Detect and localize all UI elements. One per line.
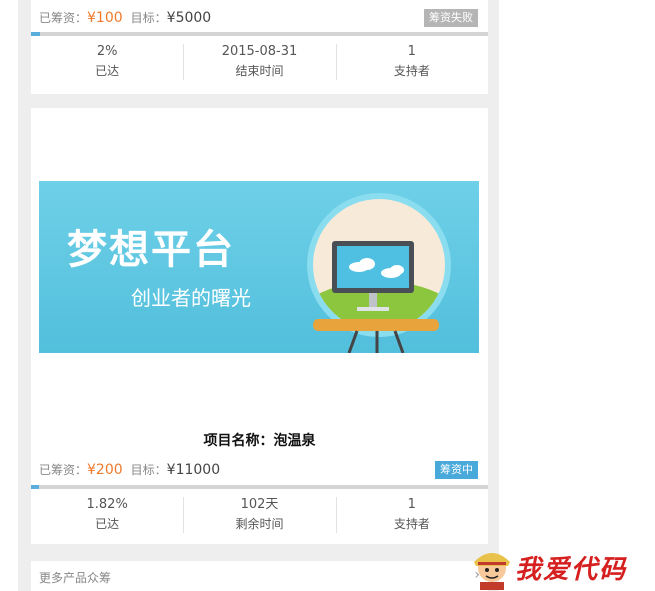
- stat-label: 结束时间: [235, 64, 284, 78]
- stat-value: 1: [407, 44, 416, 59]
- stat-label: 支持者: [393, 517, 430, 531]
- target-amount: ¥11000: [166, 462, 221, 478]
- stat-value: 1.82%: [86, 497, 128, 512]
- raised-amount: ¥100: [87, 10, 123, 26]
- stat-label: 已达: [95, 64, 120, 78]
- banner-subtitle: 创业者的曙光: [131, 286, 251, 310]
- stats-row: 1.82% 已达 102天 剩余时间 1 支持者: [31, 489, 488, 539]
- more-crowdfunding-link[interactable]: 更多产品众筹 ›: [31, 561, 488, 591]
- status-badge: 筹资中: [435, 461, 478, 479]
- stat-end-time: 2015-08-31 结束时间: [183, 36, 335, 86]
- status-badge: 筹资失败: [424, 9, 478, 27]
- stat-supporters: 1 支持者: [335, 36, 488, 86]
- stat-remaining-time: 102天 剩余时间: [183, 489, 335, 539]
- target-label: 目标：: [130, 463, 167, 477]
- stat-value: 2015-08-31: [221, 44, 298, 59]
- raised-label: 已筹资：: [39, 463, 88, 477]
- stats-row: 2% 已达 2015-08-31 结束时间 1 支持者: [31, 36, 488, 86]
- target-amount: ¥5000: [166, 10, 212, 26]
- stat-reached: 1.82% 已达: [31, 489, 183, 539]
- banner-title: 梦想平台: [67, 227, 235, 273]
- watermark-text: 我爱代码: [515, 555, 628, 585]
- stat-reached: 2% 已达: [31, 36, 183, 86]
- stat-value: 2%: [96, 44, 118, 59]
- project-banner-image[interactable]: 梦想平台 创业者的曙光: [39, 181, 479, 353]
- project-name[interactable]: 项目名称：泡温泉: [31, 430, 488, 450]
- stat-supporters: 1 支持者: [335, 489, 488, 539]
- funding-row: 已筹资：¥200 目标：¥11000 筹资中: [39, 461, 478, 481]
- project-card-1[interactable]: 已筹资：¥100 目标：¥5000 筹资失败 2% 已达 2015-08-31 结…: [31, 0, 488, 94]
- stat-label: 已达: [95, 517, 120, 531]
- project-card-2[interactable]: 梦想平台 创业者的曙光 项目名称：泡温泉 已筹资：¥200 目标：¥11000 筹…: [31, 108, 488, 544]
- stat-value: 102天: [240, 497, 279, 512]
- funding-row: 已筹资：¥100 目标：¥5000 筹资失败: [39, 9, 478, 29]
- raised-amount: ¥200: [87, 462, 123, 478]
- raised-label: 已筹资：: [39, 11, 88, 25]
- target-label: 目标：: [130, 11, 167, 25]
- stat-label: 剩余时间: [235, 517, 284, 531]
- stat-value: 1: [407, 497, 416, 512]
- stat-label: 支持者: [393, 64, 430, 78]
- more-label: 更多产品众筹: [39, 571, 112, 585]
